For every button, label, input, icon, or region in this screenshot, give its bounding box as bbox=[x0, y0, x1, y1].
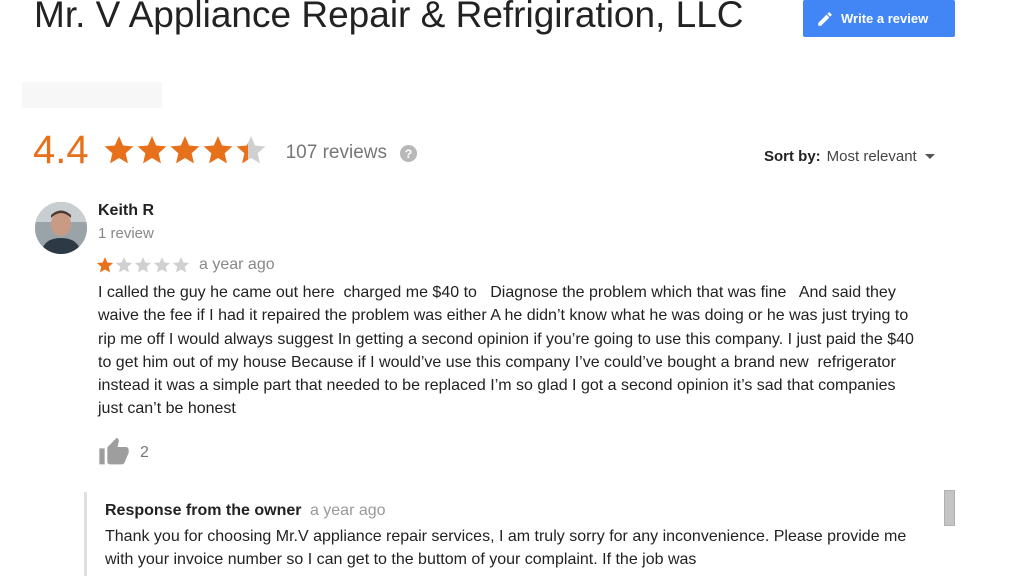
like-count: 2 bbox=[140, 444, 149, 461]
pencil-icon bbox=[818, 11, 832, 26]
reviewer-review-count: 1 review bbox=[98, 225, 154, 242]
review-rating-stars bbox=[96, 256, 191, 274]
average-rating-stars bbox=[103, 134, 268, 166]
business-reviews-page: Mr. V Appliance Repair & Refrigiration, … bbox=[0, 0, 1024, 576]
star-full-icon bbox=[104, 136, 134, 164]
business-title: Mr. V Appliance Repair & Refrigiration, … bbox=[34, 0, 744, 35]
star-empty-icon bbox=[115, 257, 133, 273]
reviewer-name[interactable]: Keith R bbox=[98, 202, 154, 220]
sort-control[interactable]: Sort by: Most relevant bbox=[764, 148, 935, 165]
svg-text:?: ? bbox=[405, 146, 413, 160]
question-circle-icon[interactable]: ? bbox=[399, 144, 418, 163]
reviewer-avatar[interactable] bbox=[35, 202, 87, 254]
title-overlay-strip bbox=[22, 82, 162, 108]
sort-dropdown[interactable]: Most relevant bbox=[827, 148, 917, 165]
write-review-button[interactable]: Write a review bbox=[803, 0, 955, 37]
like-control[interactable]: 2 bbox=[98, 436, 149, 466]
sort-label: Sort by: bbox=[764, 148, 821, 165]
star-partial-icon bbox=[236, 136, 266, 164]
star-full-icon bbox=[203, 136, 233, 164]
caret-down-icon[interactable] bbox=[924, 153, 935, 160]
star-full-icon bbox=[137, 136, 167, 164]
owner-response-label: Response from the owner bbox=[105, 502, 302, 519]
owner-response: Response from the owner a year ago Thank… bbox=[84, 492, 944, 576]
review-text: I called the guy he came out here charge… bbox=[98, 284, 919, 418]
owner-response-text: Thank you for choosing Mr.V appliance re… bbox=[105, 528, 907, 569]
review-rating-row: a year ago bbox=[96, 256, 275, 274]
review-count-link[interactable]: 107 reviews bbox=[286, 142, 387, 164]
write-review-label: Write a review bbox=[841, 11, 929, 26]
scrollbar-thumb[interactable] bbox=[944, 490, 955, 526]
star-full-icon bbox=[170, 136, 200, 164]
star-empty-icon bbox=[172, 257, 190, 273]
review-date: a year ago bbox=[199, 256, 275, 273]
star-full-icon bbox=[96, 257, 114, 273]
average-rating: 4.4 bbox=[33, 128, 89, 172]
star-empty-icon bbox=[134, 257, 152, 273]
owner-response-date: a year ago bbox=[309, 502, 386, 519]
star-empty-icon bbox=[153, 257, 171, 273]
thumbs-up-icon[interactable] bbox=[98, 436, 130, 466]
rating-summary: 4.4 107 reviews ? bbox=[33, 128, 418, 172]
avatar-photo-icon bbox=[35, 202, 87, 254]
owner-response-header: Response from the owner a year ago bbox=[105, 502, 386, 520]
